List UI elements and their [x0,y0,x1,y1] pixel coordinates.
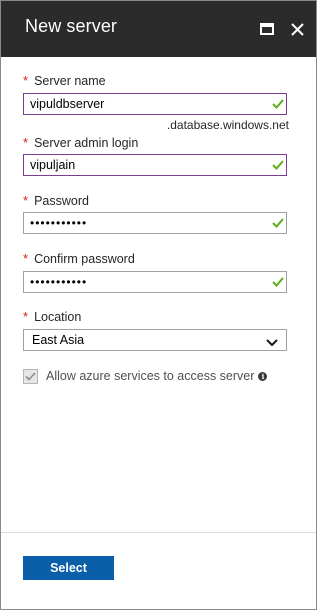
checkmark-icon [271,97,285,111]
required-marker: * [23,251,29,266]
admin-login-input[interactable] [23,154,287,176]
chevron-down-icon [266,335,278,347]
server-name-suffix: .database.windows.net [166,118,289,132]
checkmark-icon [271,275,285,289]
location-label: * Location [23,309,82,324]
required-marker: * [23,73,29,88]
checkmark-icon [271,158,285,172]
allow-azure-row: Allow azure services to access server i [23,367,268,385]
required-marker: * [23,135,29,150]
maximize-icon[interactable] [255,17,279,41]
admin-login-label: * Server admin login [23,135,139,150]
checkmark-icon [271,216,285,230]
password-input[interactable] [23,212,287,234]
required-marker: * [23,309,29,324]
location-value: East Asia [32,333,85,347]
location-select[interactable]: East Asia [23,329,287,351]
required-marker: * [23,193,29,208]
blade-title: New server [25,16,118,36]
password-label: * Password [23,193,89,208]
server-name-input[interactable] [23,93,287,115]
confirm-password-label: * Confirm password [23,251,135,266]
confirm-password-input[interactable] [23,271,287,293]
info-icon[interactable]: i [258,371,268,381]
server-name-label: * Server name [23,73,106,88]
footer-divider [1,532,316,533]
new-server-blade: New server *Server name .database.window… [0,0,317,610]
allow-azure-label: Allow azure services to access server [46,369,255,383]
select-button[interactable]: Select [23,556,114,580]
close-icon[interactable] [285,17,309,41]
allow-azure-checkbox[interactable] [23,368,38,384]
blade-header: New server [1,1,316,57]
